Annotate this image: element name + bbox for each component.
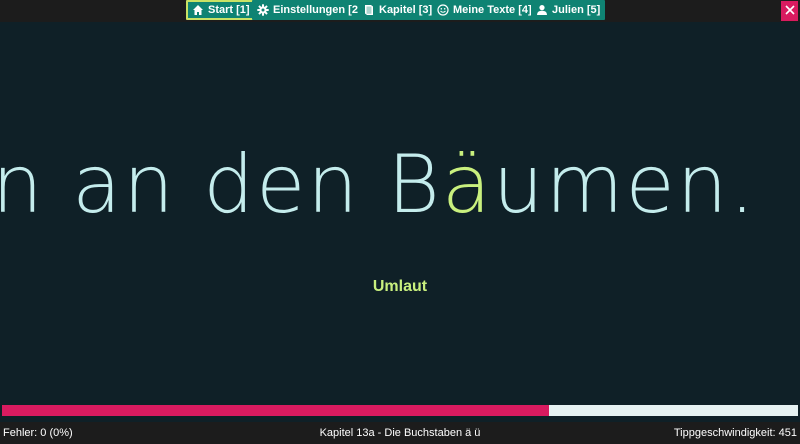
nav-start-label: Start [1] [208,4,250,16]
nav-chapters-button[interactable]: Kapitel [3] [358,0,438,20]
exercise-text-line: n an den Bäumen. [0,140,757,230]
typing-text-area[interactable]: n an den Bäumen. Umlaut [0,22,800,402]
typing-app: Start [1] Einstellungen [2] Kapitel [3] … [0,0,800,444]
nav-settings-label: Einstellungen [2] [273,4,362,16]
nav-user-button[interactable]: Julien [5] [531,0,606,20]
smiley-icon [437,4,449,16]
nav-my-texts-button[interactable]: Meine Texte [4] [432,0,537,20]
status-bar: Kapitel 13a - Die Buchstaben ä ü Fehler:… [0,422,800,444]
book-icon [363,4,375,16]
nav-chapters-label: Kapitel [3] [379,4,433,16]
typed-text: n an den B [0,138,442,231]
remaining-text: umen. [492,138,757,231]
user-icon [536,4,548,16]
gear-icon [257,4,269,16]
nav-start-button[interactable]: Start [1] [186,0,256,20]
nav-user-label: Julien [5] [552,4,601,16]
progress-fill [2,405,549,416]
error-count: Fehler: 0 (0%) [3,427,73,439]
close-icon [784,2,795,20]
current-character: ä [441,138,493,231]
progress-bar [2,405,798,416]
nav-settings-button[interactable]: Einstellungen [2] [252,0,367,20]
top-nav-bar: Start [1] Einstellungen [2] Kapitel [3] … [0,0,800,22]
home-icon [192,4,204,16]
close-button[interactable] [781,1,798,21]
nav-my-texts-label: Meine Texte [4] [453,4,532,16]
character-hint: Umlaut [372,278,428,295]
typing-speed: Tippgeschwindigkeit: 451 [673,427,797,439]
